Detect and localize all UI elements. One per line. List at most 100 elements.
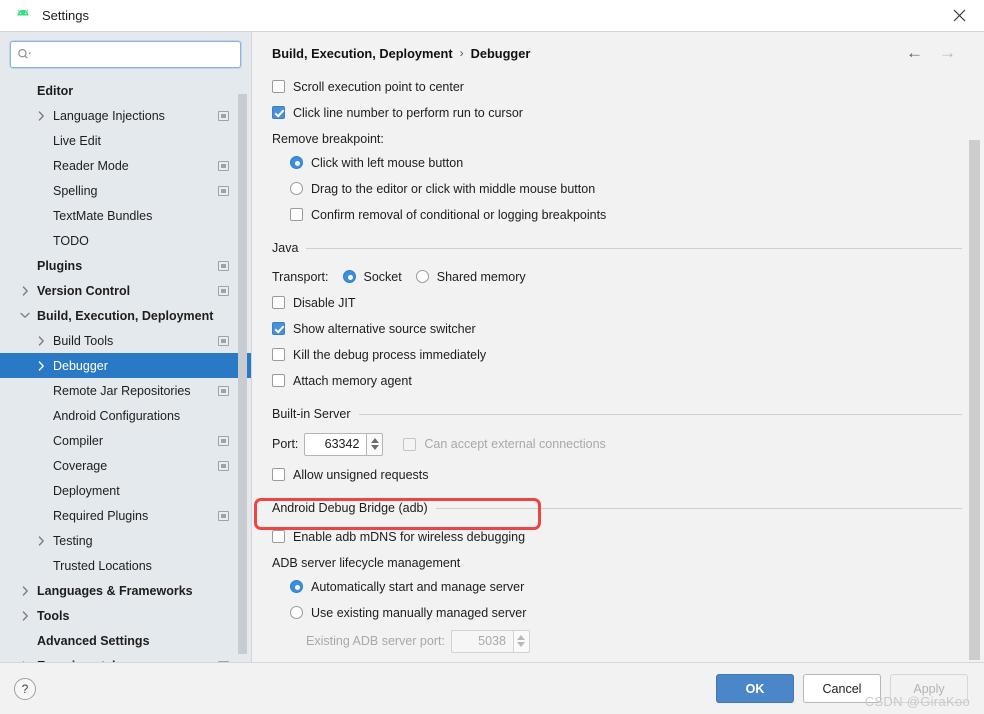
port-spinner[interactable]: 63342 [304, 432, 384, 456]
sidebar-scrollbar-track[interactable] [238, 76, 249, 662]
sidebar-item-coverage[interactable]: Coverage [0, 453, 251, 478]
builtin-server-section-header: Built-in Server [272, 406, 962, 422]
click-line-number-row[interactable]: Click line number to perform run to curs… [272, 101, 962, 124]
attach-memory-agent-row[interactable]: Attach memory agent [272, 369, 962, 392]
sidebar-item-textmate-bundles[interactable]: TextMate Bundles [0, 203, 251, 228]
sidebar-item-label: Version Control [37, 283, 131, 298]
scroll-execution-point-checkbox[interactable] [272, 80, 285, 93]
adb-auto-start-radio[interactable] [290, 580, 303, 593]
chevron-right-icon[interactable] [34, 535, 48, 546]
enable-adb-mdns-row[interactable]: Enable adb mDNS for wireless debugging [272, 525, 962, 548]
click-line-number-checkbox[interactable] [272, 106, 285, 119]
sidebar-item-android-configurations[interactable]: Android Configurations [0, 403, 251, 428]
settings-group-icon [218, 260, 229, 271]
sidebar-item-reader-mode[interactable]: Reader Mode [0, 153, 251, 178]
enable-adb-mdns-checkbox[interactable] [272, 530, 285, 543]
existing-adb-port-label: Existing ADB server port: [306, 634, 445, 648]
port-spinner-down-icon[interactable] [370, 445, 379, 450]
chevron-down-icon[interactable] [18, 312, 32, 319]
transport-socket-radio[interactable] [342, 270, 356, 283]
sidebar-item-live-edit[interactable]: Live Edit [0, 128, 251, 153]
sidebar-item-spelling[interactable]: Spelling [0, 178, 251, 203]
remove-breakpoint-option-drag-row[interactable]: Drag to the editor or click with middle … [272, 177, 962, 200]
transport-socket-option[interactable]: Socket [342, 269, 402, 284]
content-scrollbar-thumb[interactable] [969, 140, 980, 660]
chevron-right-icon[interactable] [18, 610, 32, 621]
transport-shared-memory-option[interactable]: Shared memory [415, 270, 526, 284]
adb-auto-start-label: Automatically start and manage server [311, 579, 525, 594]
sidebar-item-debugger[interactable]: Debugger [0, 353, 251, 378]
remove-breakpoint-drag-radio[interactable] [290, 182, 303, 195]
sidebar-item-build-execution-deployment[interactable]: Build, Execution, Deployment [0, 303, 251, 328]
sidebar-item-todo[interactable]: TODO [0, 228, 251, 253]
disable-jit-row[interactable]: Disable JIT [272, 291, 962, 314]
close-icon[interactable] [942, 1, 976, 31]
attach-memory-agent-checkbox[interactable] [272, 374, 285, 387]
sidebar-item-tools[interactable]: Tools [0, 603, 251, 628]
adb-lifecycle-label-row: ADB server lifecycle management [272, 551, 962, 574]
kill-debug-process-row[interactable]: Kill the debug process immediately [272, 343, 962, 366]
help-button[interactable]: ? [14, 677, 36, 700]
confirm-removal-checkbox[interactable] [290, 208, 303, 221]
transport-shared-memory-radio[interactable] [415, 270, 429, 283]
arrow-right-icon[interactable]: → [939, 44, 956, 61]
chevron-right-icon[interactable] [18, 585, 32, 596]
settings-group-icon [218, 110, 229, 121]
adb-auto-start-row[interactable]: Automatically start and manage server [272, 575, 962, 598]
external-connections-label: Can accept external connections [424, 437, 606, 451]
sidebar-item-testing[interactable]: Testing [0, 528, 251, 553]
allow-unsigned-requests-row[interactable]: Allow unsigned requests [272, 463, 962, 486]
remove-breakpoint-option-left-click-row[interactable]: Click with left mouse button [272, 151, 962, 174]
cancel-button[interactable]: Cancel [803, 674, 881, 703]
title-bar: Settings [0, 0, 984, 32]
sidebar-item-advanced-settings[interactable]: Advanced Settings [0, 628, 251, 653]
adb-use-existing-radio[interactable] [290, 606, 303, 619]
remove-breakpoint-left-click-radio[interactable] [290, 156, 303, 169]
chevron-right-icon[interactable] [34, 335, 48, 346]
sidebar-item-editor[interactable]: Editor [0, 78, 251, 103]
transport-socket-label: Socket [363, 269, 402, 284]
alternative-source-switcher-checkbox[interactable] [272, 322, 285, 335]
port-value[interactable]: 63342 [304, 432, 367, 456]
chevron-right-icon[interactable] [18, 285, 32, 296]
sidebar-item-build-tools[interactable]: Build Tools [0, 328, 251, 353]
disable-jit-label: Disable JIT [293, 295, 356, 310]
sidebar-item-experimental[interactable]: Experimental [0, 653, 251, 662]
settings-tree[interactable]: Editor Language Injections Live Edit Reader… [0, 76, 251, 662]
existing-adb-port-spinner: 5038 [450, 629, 530, 653]
port-spinner-up-icon[interactable] [370, 438, 379, 443]
sidebar-item-language-injections[interactable]: Language Injections [0, 103, 251, 128]
allow-unsigned-requests-checkbox[interactable] [272, 468, 285, 481]
sidebar-item-remote-jar-repositories[interactable]: Remote Jar Repositories [0, 378, 251, 403]
chevron-right-icon[interactable] [34, 360, 48, 371]
search-input[interactable] [32, 42, 234, 67]
search-box[interactable] [10, 41, 241, 68]
sidebar-scrollbar-thumb[interactable] [238, 94, 247, 654]
remove-breakpoint-group-label-row: Remove breakpoint: [272, 127, 962, 150]
disable-jit-checkbox[interactable] [272, 296, 285, 309]
breadcrumb-current: Debugger [470, 45, 531, 61]
adb-use-existing-row[interactable]: Use existing manually managed server [272, 601, 962, 624]
sidebar-item-label: Language Injections [53, 108, 165, 123]
breadcrumb-parent[interactable]: Build, Execution, Deployment [272, 46, 453, 61]
arrow-left-icon[interactable]: ← [906, 44, 923, 61]
sidebar-item-compiler[interactable]: Compiler [0, 428, 251, 453]
sidebar-item-trusted-locations[interactable]: Trusted Locations [0, 553, 251, 578]
port-spinner-buttons[interactable] [366, 432, 384, 456]
breadcrumb: Build, Execution, Deployment › Debugger [272, 44, 962, 62]
settings-group-icon [218, 510, 229, 521]
sidebar-item-plugins[interactable]: Plugins [0, 253, 251, 278]
sidebar-item-deployment[interactable]: Deployment [0, 478, 251, 503]
confirm-removal-row[interactable]: Confirm removal of conditional or loggin… [272, 203, 962, 226]
sidebar-item-required-plugins[interactable]: Required Plugins [0, 503, 251, 528]
alternative-source-switcher-row[interactable]: Show alternative source switcher [272, 317, 962, 340]
chevron-right-icon[interactable] [34, 110, 48, 121]
remove-breakpoint-label: Remove breakpoint: [272, 131, 384, 146]
content-scrollbar-track[interactable] [969, 32, 982, 662]
sidebar-item-version-control[interactable]: Version Control [0, 278, 251, 303]
sidebar-item-label: Reader Mode [53, 158, 129, 173]
kill-debug-process-checkbox[interactable] [272, 348, 285, 361]
ok-button[interactable]: OK [716, 674, 794, 703]
sidebar-item-languages-frameworks[interactable]: Languages & Frameworks [0, 578, 251, 603]
scroll-execution-point-row[interactable]: Scroll execution point to center [272, 75, 962, 98]
